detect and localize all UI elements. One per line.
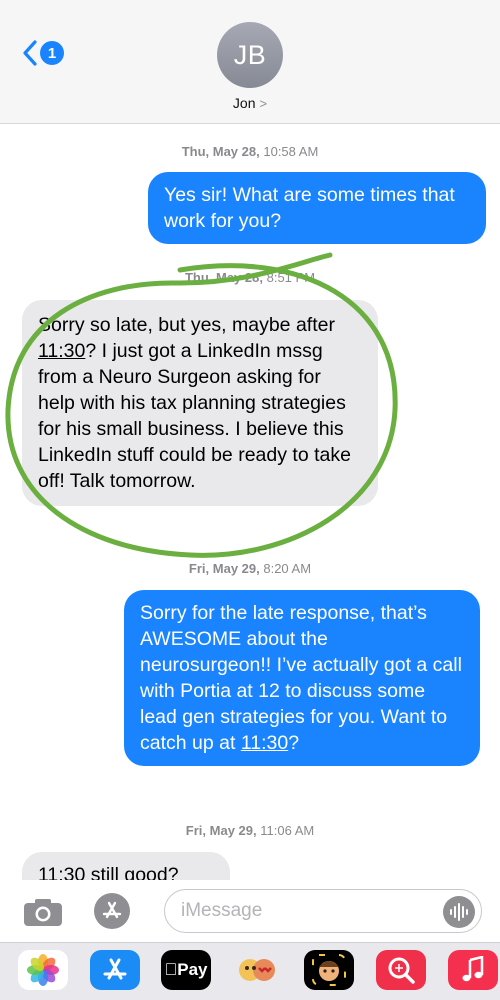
message-field[interactable]: [164, 889, 482, 933]
music-app-button[interactable]: [448, 950, 498, 990]
outgoing-message[interactable]: Sorry for the late response, that’s AWES…: [124, 590, 480, 766]
voice-message-button[interactable]: [443, 896, 475, 928]
chevron-left-icon: [23, 40, 37, 66]
incoming-message[interactable]: Sorry so late, but yes, maybe after 11:3…: [22, 300, 378, 506]
app-store-app-button[interactable]: [90, 950, 140, 990]
memoji-stickers-icon: [239, 959, 275, 981]
contact-name-button[interactable]: Jon >: [0, 95, 500, 111]
unread-badge: 1: [40, 41, 64, 65]
timestamp: Thu, May 28, 8:51 PM: [184, 270, 316, 285]
photos-app-button[interactable]: [18, 950, 68, 990]
back-button[interactable]: 1: [22, 40, 64, 66]
animoji-app-button[interactable]: [304, 950, 354, 990]
images-search-app-button[interactable]: [376, 950, 426, 990]
message-input[interactable]: [181, 900, 421, 922]
music-icon: [462, 956, 484, 982]
images-search-icon: [388, 957, 415, 984]
timestamp: Fri, May 29, 11:06 AM: [185, 823, 315, 838]
time-link[interactable]: 11:30: [241, 732, 288, 754]
avatar[interactable]: JB: [217, 22, 283, 88]
timestamp: Fri, May 29, 8:20 AM: [188, 561, 312, 576]
apple-pay-app-button[interactable]: Pay: [161, 950, 211, 990]
chevron-right-icon: >: [259, 96, 268, 111]
contact-name: Jon: [232, 95, 256, 111]
app-store-icon: [103, 958, 127, 980]
time-link[interactable]: 11:30: [38, 340, 85, 362]
waveform-icon: [450, 903, 468, 921]
app-store-icon: [102, 901, 122, 919]
camera-icon: [24, 899, 62, 926]
apple-pay-icon: Pay: [165, 960, 208, 979]
timestamp: Thu, May 28, 10:58 AM: [181, 144, 319, 159]
photos-icon: [27, 954, 59, 986]
animoji-icon: [312, 954, 346, 986]
app-store-button[interactable]: [94, 893, 130, 929]
camera-button[interactable]: [22, 897, 64, 932]
memoji-stickers-app-button[interactable]: [232, 950, 282, 990]
outgoing-message[interactable]: Yes sir! What are some times that work f…: [148, 172, 486, 244]
